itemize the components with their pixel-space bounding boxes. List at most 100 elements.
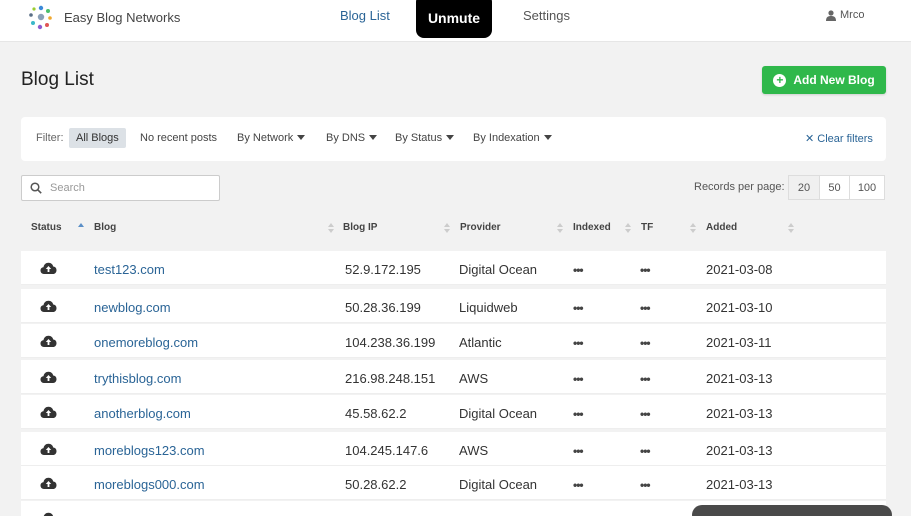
cloud-upload-icon[interactable]	[40, 262, 57, 275]
blog-provider: Liquidweb	[459, 300, 518, 315]
blog-provider: Digital Ocean	[459, 406, 538, 421]
filter-by-indexation[interactable]: By Indexation	[473, 132, 552, 144]
table-row[interactable]: anotherblog.com 45.58.62.2 Digital Ocean…	[21, 395, 886, 429]
sort-icon[interactable]	[444, 222, 450, 234]
rpp-option-100[interactable]: 100	[849, 175, 885, 200]
add-new-blog-label: Add New Blog	[793, 73, 875, 87]
search-input[interactable]	[50, 182, 210, 194]
filter-by-status[interactable]: By Status	[395, 132, 455, 144]
blog-ip: 104.245.147.6	[345, 443, 429, 458]
cloud-upload-icon[interactable]	[40, 335, 57, 348]
cloud-upload-icon[interactable]	[40, 477, 57, 490]
sort-icon[interactable]	[625, 222, 631, 234]
column-header-status[interactable]: Status	[31, 222, 62, 233]
blog-ip: 50.28.62.2	[345, 477, 407, 492]
blog-name-link[interactable]: newblog.com	[94, 300, 171, 315]
column-header-tf[interactable]: TF	[641, 222, 653, 233]
blog-name-link[interactable]: test123.com	[94, 262, 165, 277]
blog-provider: Digital Ocean	[459, 477, 538, 492]
indexed-placeholder: •••	[573, 444, 584, 458]
cloud-upload-icon[interactable]	[40, 371, 57, 384]
filter-by-status-label: By Status	[395, 132, 443, 144]
blog-added-date: 2021-03-13	[706, 406, 773, 421]
clear-filters-link[interactable]: ✕ Clear filters	[805, 132, 873, 145]
nav-blog-list[interactable]: Blog List	[340, 8, 390, 23]
filter-all-blogs[interactable]: All Blogs	[69, 128, 126, 148]
add-new-blog-button[interactable]: + Add New Blog	[762, 66, 886, 94]
blog-name-link[interactable]: onemoreblog.com	[94, 335, 198, 350]
column-header-ip[interactable]: Blog IP	[343, 222, 377, 233]
tf-placeholder: •••	[640, 444, 651, 458]
rpp-option-20[interactable]: 20	[788, 175, 820, 200]
search-icon	[30, 182, 42, 194]
blog-added-date: 2021-03-13	[706, 371, 773, 386]
table-row[interactable]: newblog.com 50.28.36.199 Liquidweb ••• •…	[21, 289, 886, 323]
filter-label: Filter:	[36, 132, 64, 144]
cloud-upload-icon[interactable]	[40, 300, 57, 313]
indexed-placeholder: •••	[573, 263, 584, 277]
sort-icon[interactable]	[690, 222, 696, 234]
column-header-provider[interactable]: Provider	[460, 222, 501, 233]
cloud-upload-icon[interactable]	[40, 406, 57, 419]
column-header-indexed[interactable]: Indexed	[573, 222, 611, 233]
plus-icon: +	[773, 73, 787, 87]
tf-placeholder: •••	[640, 407, 651, 421]
tf-placeholder: •••	[640, 301, 651, 315]
search-box	[21, 175, 220, 201]
indexed-placeholder: •••	[573, 301, 584, 315]
table-row[interactable]: onemoreblog.com 104.238.36.199 Atlantic …	[21, 324, 886, 358]
close-icon: ✕	[805, 133, 815, 145]
indexed-placeholder: •••	[573, 407, 584, 421]
blog-ip: 216.98.248.151	[345, 371, 436, 386]
blog-provider: Digital Ocean	[459, 262, 538, 277]
blog-added-date: 2021-03-11	[706, 335, 772, 350]
logo-icon[interactable]	[27, 3, 55, 31]
cloud-upload-icon[interactable]	[40, 443, 57, 456]
overlay-pill	[692, 505, 892, 516]
user-name: Mrco	[840, 9, 865, 21]
sort-icon[interactable]	[788, 222, 794, 234]
blog-added-date: 2021-03-13	[706, 477, 773, 492]
sort-icon[interactable]	[557, 222, 563, 234]
blog-provider: AWS	[459, 443, 489, 458]
blog-name-link[interactable]: moreblogs000.com	[94, 477, 205, 492]
blog-name-link[interactable]: anotherblog.com	[94, 406, 191, 421]
filter-by-network[interactable]: By Network	[237, 132, 306, 144]
caret-down-icon	[297, 135, 306, 140]
filter-by-indexation-label: By Indexation	[473, 132, 540, 144]
filter-no-recent-posts[interactable]: No recent posts	[140, 132, 217, 144]
indexed-placeholder: •••	[573, 336, 584, 350]
unmute-button[interactable]: Unmute	[416, 0, 492, 38]
rpp-option-50[interactable]: 50	[819, 175, 850, 200]
table-row[interactable]: moreblogs000.com 50.28.62.2 Digital Ocea…	[21, 466, 886, 500]
user-icon	[826, 9, 836, 21]
blog-provider: AWS	[459, 371, 489, 386]
table-row[interactable]: moreblogs123.com 104.245.147.6 AWS ••• •…	[21, 432, 886, 466]
clear-filters-label: Clear filters	[817, 133, 873, 145]
sort-asc-icon[interactable]	[78, 222, 84, 234]
tf-placeholder: •••	[640, 478, 651, 492]
nav-settings[interactable]: Settings	[523, 8, 570, 23]
caret-down-icon	[369, 135, 378, 140]
caret-down-icon	[446, 135, 455, 140]
brand-name[interactable]: Easy Blog Networks	[64, 10, 180, 25]
tf-placeholder: •••	[640, 263, 651, 277]
blog-ip: 50.28.36.199	[345, 300, 421, 315]
filter-by-dns-label: By DNS	[326, 132, 366, 144]
user-menu[interactable]: Mrco	[826, 9, 864, 21]
blog-name-link[interactable]: moreblogs123.com	[94, 443, 205, 458]
column-header-blog[interactable]: Blog	[94, 222, 116, 233]
filter-by-network-label: By Network	[237, 132, 294, 144]
blog-added-date: 2021-03-13	[706, 443, 773, 458]
table-row[interactable]: trythisblog.com 216.98.248.151 AWS ••• •…	[21, 360, 886, 394]
filter-bar: Filter: All Blogs No recent posts By Net…	[21, 117, 886, 161]
page-title: Blog List	[21, 69, 94, 90]
blog-name-link[interactable]: trythisblog.com	[94, 371, 181, 386]
cloud-upload-icon[interactable]	[40, 512, 57, 516]
table-row[interactable]: test123.com 52.9.172.195 Digital Ocean •…	[21, 251, 886, 285]
column-header-added[interactable]: Added	[706, 222, 737, 233]
tf-placeholder: •••	[640, 372, 651, 386]
filter-by-dns[interactable]: By DNS	[326, 132, 378, 144]
sort-icon[interactable]	[328, 222, 334, 234]
blog-provider: Atlantic	[459, 335, 502, 350]
